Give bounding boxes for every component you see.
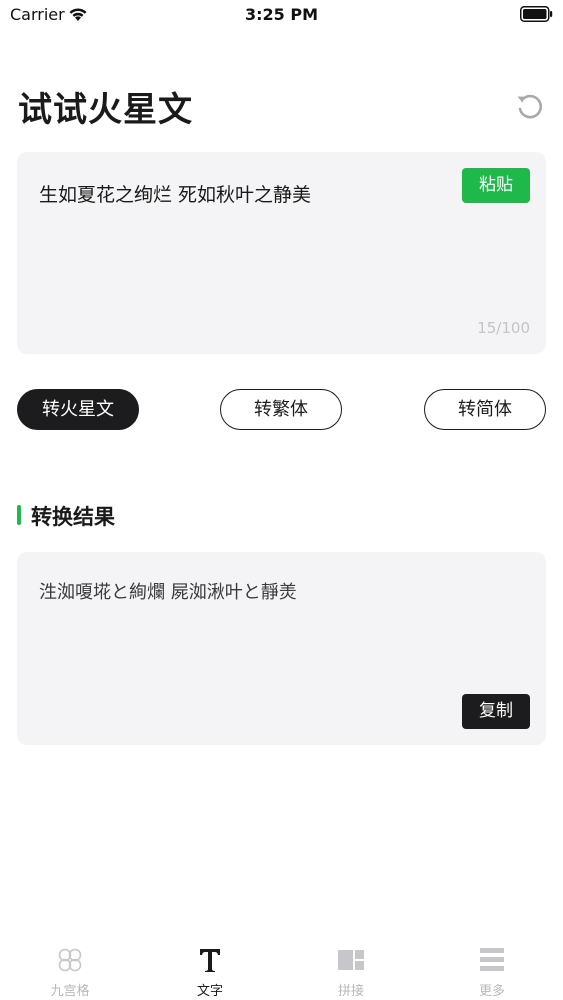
result-card: 泩洳嗄埖と絢爛 屍洳湫叶と靜羙 复制 bbox=[17, 552, 546, 745]
convert-mars-button[interactable]: 转火星文 bbox=[17, 389, 139, 430]
tab-text-label: 文字 bbox=[196, 984, 223, 999]
battery-icon bbox=[520, 6, 553, 22]
page-title: 试试火星文 bbox=[18, 90, 193, 130]
tab-grid-label: 九宫格 bbox=[50, 984, 90, 999]
text-icon bbox=[200, 949, 220, 972]
tab-more-label: 更多 bbox=[478, 984, 505, 999]
paste-button[interactable]: 粘贴 bbox=[462, 168, 530, 203]
result-text: 泩洳嗄埖と絢爛 屍洳湫叶と靜羙 bbox=[39, 582, 297, 603]
tab-bar: 九宫格 文字 拼接 更多 bbox=[0, 936, 563, 1000]
tab-more[interactable]: 更多 bbox=[422, 936, 562, 1000]
tab-collage-label: 拼接 bbox=[337, 984, 364, 999]
refresh-icon[interactable] bbox=[512, 90, 546, 124]
char-count: 15/100 bbox=[477, 319, 530, 337]
menu-icon bbox=[480, 948, 504, 971]
status-time: 3:25 PM bbox=[244, 5, 318, 24]
tab-text[interactable]: 文字 bbox=[140, 936, 280, 1000]
result-accent-bar bbox=[17, 505, 21, 525]
input-card[interactable]: 生如夏花之绚烂 死如秋叶之静美 粘贴 15/100 bbox=[17, 152, 546, 354]
result-section-title: 转换结果 bbox=[31, 505, 115, 529]
collage-icon bbox=[338, 950, 364, 970]
status-bar: Carrier 3:25 PM bbox=[0, 0, 563, 30]
grid-icon bbox=[58, 948, 82, 972]
copy-button[interactable]: 复制 bbox=[462, 694, 530, 729]
convert-traditional-button[interactable]: 转繁体 bbox=[220, 389, 342, 430]
convert-simplified-button[interactable]: 转简体 bbox=[424, 389, 546, 430]
tab-collage[interactable]: 拼接 bbox=[281, 936, 421, 1000]
input-text-field[interactable]: 生如夏花之绚烂 死如秋叶之静美 bbox=[39, 180, 311, 207]
tab-grid[interactable]: 九宫格 bbox=[0, 936, 140, 1000]
